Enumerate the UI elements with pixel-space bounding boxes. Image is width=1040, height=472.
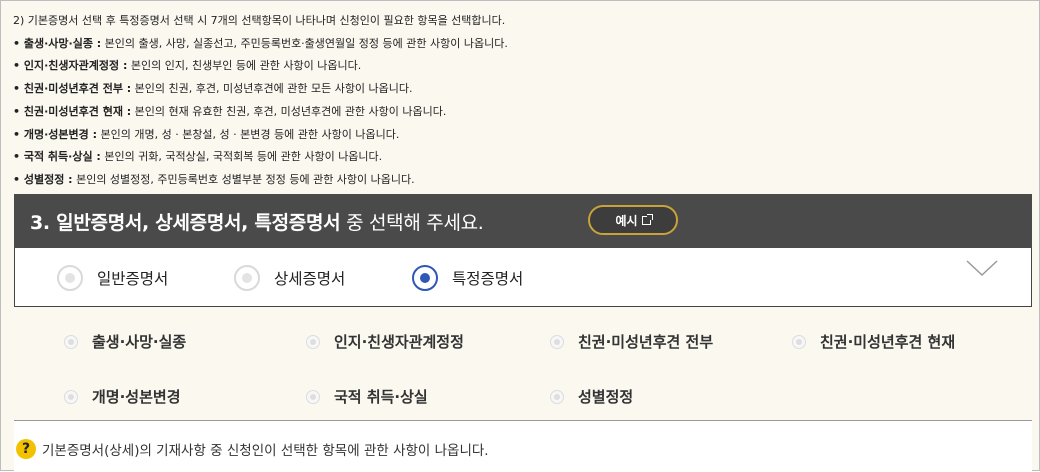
radio-button[interactable] — [64, 389, 78, 404]
section-header: 3. 일반증명서, 상세증명서, 특정증명서 중 선택해 주세요. 예시 — [14, 194, 1032, 248]
radio-button[interactable] — [792, 334, 806, 349]
example-button[interactable]: 예시 — [588, 205, 678, 235]
radio-label: 일반증명서 — [97, 270, 169, 288]
external-link-icon — [641, 213, 653, 225]
note-term: • 인지·친생자관계정정 : — [13, 59, 128, 73]
section-title: 3. 일반증명서, 상세증명서, 특정증명서 중 선택해 주세요. — [30, 208, 484, 235]
radio-option-specific[interactable]: 특정증명서 — [412, 265, 523, 291]
radio-button[interactable] — [64, 334, 78, 349]
radio-button[interactable] — [234, 265, 260, 291]
radio-option-general[interactable]: 일반증명서 — [57, 265, 168, 291]
section-title-bold: 3. 일반증명서, 상세증명서, 특정증명서 — [30, 212, 341, 234]
note-desc: 본인의 출생, 사망, 실종선고, 주민등록번호·출생연월일 정정 등에 관한 … — [101, 36, 508, 50]
question-icon: ? — [16, 439, 36, 459]
note-term: • 개명·성본변경 : — [13, 127, 97, 141]
section-title-rest: 중 선택해 주세요. — [340, 212, 484, 234]
note-line: • 인지·친생자관계정정 : 본인의 인지, 친생부인 등에 관한 사항이 나옵… — [13, 55, 508, 78]
note-line: • 친권·미성년후견 전부 : 본인의 친권, 후견, 미성년후견에 관한 모든… — [13, 78, 508, 101]
note-term: • 친권·미성년후견 현재 : — [13, 104, 132, 118]
note-desc: 본인의 현재 유효한 친권, 후견, 미성년후견에 관한 사항이 나옵니다. — [131, 104, 447, 118]
radio-button[interactable] — [306, 389, 320, 404]
note-desc: 본인의 인지, 친생부인 등에 관한 사항이 나옵니다. — [127, 59, 362, 73]
item-label: 친권·미성년후견 현재 — [820, 333, 956, 351]
item-label: 성별정정 — [578, 388, 634, 406]
certificate-type-selector: 일반증명서 상세증명서 특정증명서 — [14, 248, 1032, 307]
note-line: • 성별정정 : 본인의 성별정정, 주민등록번호 성별부분 정정 등에 관한 … — [13, 169, 508, 192]
instruction-notes: 2) 기본증명서 선택 후 특정증명서 선택 시 7개의 선택항목이 나타나며 … — [13, 10, 508, 192]
note-line: • 개명·성본변경 : 본인의 개명, 성 · 본창설, 성 · 본변경 등에 … — [13, 124, 508, 147]
hint: ? 기본증명서(상세)의 기재사항 중 신청인이 선택한 항목에 관한 사항이 … — [16, 439, 489, 459]
hint-text: 기본증명서(상세)의 기재사항 중 신청인이 선택한 항목에 관한 사항이 나옵… — [42, 443, 489, 459]
note-line: • 국적 취득·상실 : 본인의 귀화, 국적상실, 국적회복 등에 관한 사항… — [13, 146, 508, 169]
note-desc: 본인의 귀화, 국적상실, 국적회복 등에 관한 사항이 나옵니다. — [100, 150, 383, 164]
radio-label: 상세증명서 — [274, 270, 346, 288]
item-option[interactable]: 성별정정 — [550, 386, 633, 407]
radio-button[interactable] — [57, 265, 83, 291]
item-label: 개명·성본변경 — [92, 388, 181, 406]
item-option[interactable]: 개명·성본변경 — [64, 386, 181, 407]
item-label: 국적 취득·상실 — [334, 388, 428, 406]
page-frame: 2) 기본증명서 선택 후 특정증명서 선택 시 7개의 선택항목이 나타나며 … — [0, 0, 1040, 472]
note-term: • 출생·사망·실종 : — [13, 36, 102, 50]
note-term: • 국적 취득·상실 : — [13, 150, 101, 164]
item-label: 인지·친생자관계정정 — [334, 333, 464, 351]
item-option[interactable]: 친권·미성년후견 현재 — [792, 331, 955, 352]
radio-button[interactable] — [550, 389, 564, 404]
radio-button[interactable] — [306, 334, 320, 349]
radio-button-selected[interactable] — [412, 265, 438, 291]
note-desc: 본인의 성별정정, 주민등록번호 성별부분 정정 등에 관한 사항이 나옵니다. — [72, 172, 415, 186]
note-line: • 친권·미성년후견 현재 : 본인의 현재 유효한 친권, 후견, 미성년후견… — [13, 101, 508, 124]
radio-option-detailed[interactable]: 상세증명서 — [234, 265, 345, 291]
item-label: 출생·사망·실종 — [92, 333, 187, 351]
chevron-down-icon[interactable] — [965, 258, 999, 278]
radio-label: 특정증명서 — [452, 270, 524, 288]
note-desc: 본인의 개명, 성 · 본창설, 성 · 본변경 등에 관한 사항이 나옵니다. — [97, 127, 400, 141]
example-button-label: 예시 — [615, 213, 638, 228]
item-option[interactable]: 인지·친생자관계정정 — [306, 331, 464, 352]
notes-intro: 2) 기본증명서 선택 후 특정증명서 선택 시 7개의 선택항목이 나타나며 … — [13, 14, 506, 27]
note-term: • 친권·미성년후견 전부 : — [13, 82, 132, 96]
item-label: 친권·미성년후견 전부 — [578, 333, 714, 351]
note-desc: 본인의 친권, 후견, 미성년후견에 관한 모든 사항이 나옵니다. — [131, 82, 413, 96]
note-line: • 출생·사망·실종 : 본인의 출생, 사망, 실종선고, 주민등록번호·출생… — [13, 33, 508, 56]
item-option[interactable]: 출생·사망·실종 — [64, 331, 186, 352]
item-option[interactable]: 친권·미성년후견 전부 — [550, 331, 713, 352]
specific-items-list: 출생·사망·실종 인지·친생자관계정정 친권·미성년후견 전부 친권·미성년후견… — [14, 307, 1032, 419]
radio-button[interactable] — [550, 334, 564, 349]
note-term: • 성별정정 : — [13, 172, 73, 186]
hint-box: ? 기본증명서(상세)의 기재사항 중 신청인이 선택한 항목에 관한 사항이 … — [14, 420, 1032, 472]
item-option[interactable]: 국적 취득·상실 — [306, 386, 428, 407]
